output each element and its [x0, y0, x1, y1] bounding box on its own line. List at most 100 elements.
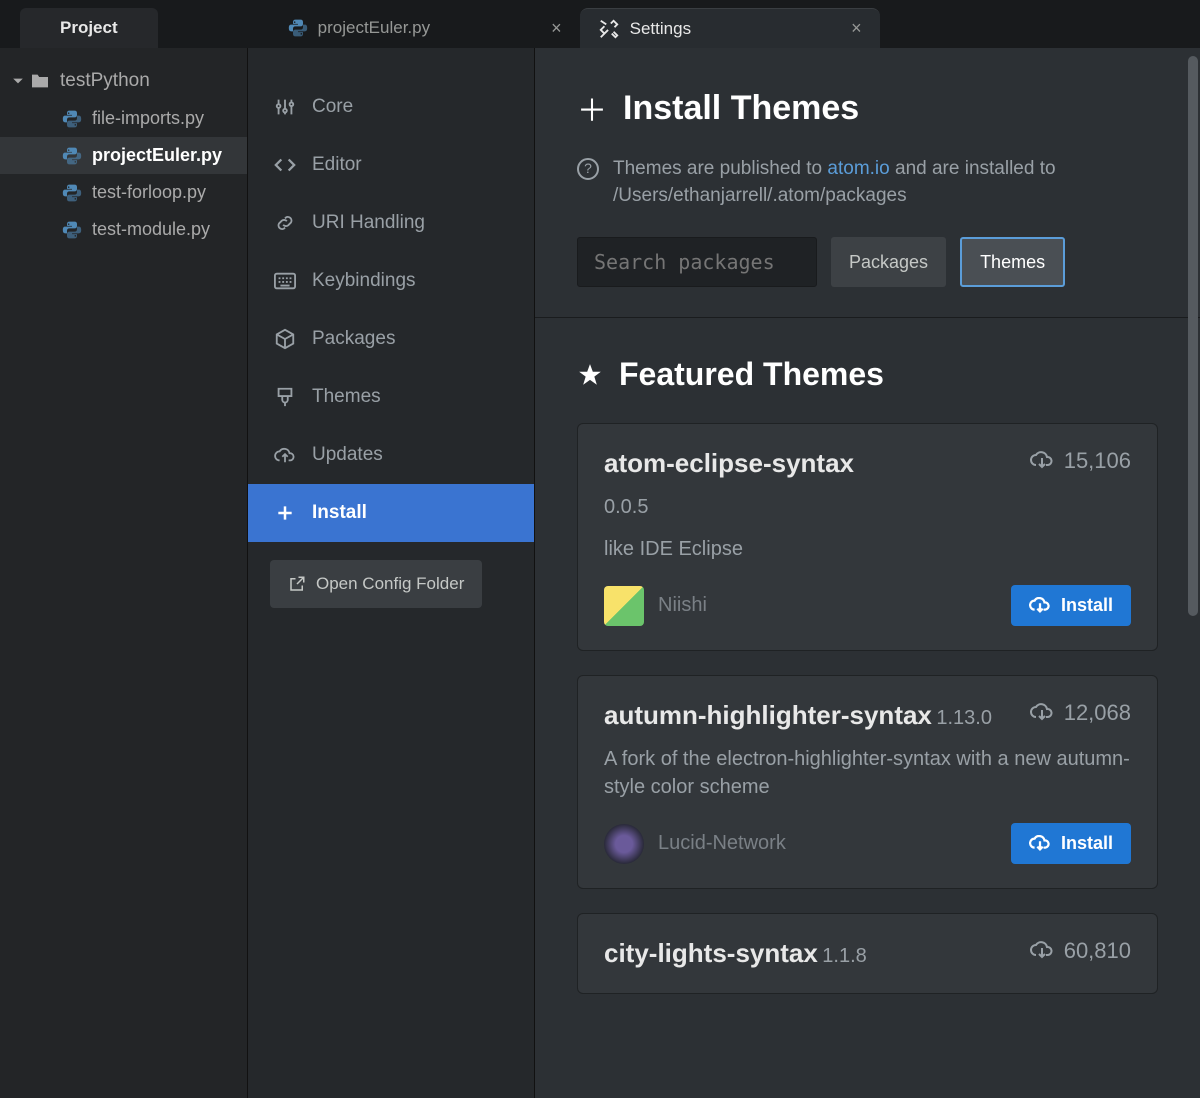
python-icon [62, 220, 82, 240]
settings-nav-item-themes[interactable]: Themes [248, 368, 534, 426]
install-button[interactable]: Install [1011, 823, 1131, 864]
python-icon [288, 18, 308, 38]
link-icon [272, 212, 298, 234]
search-input[interactable] [577, 237, 817, 287]
desc-prefix: Themes are published to [613, 158, 827, 179]
question-icon: ? [577, 158, 599, 180]
theme-downloads: 15,106 [1030, 448, 1131, 474]
package-icon [272, 328, 298, 350]
open-config-folder-button[interactable]: Open Config Folder [270, 560, 482, 608]
project-tree: testPython file-imports.py projectEuler.… [0, 48, 248, 1098]
python-icon [62, 146, 82, 166]
theme-name[interactable]: city-lights-syntax [604, 938, 818, 968]
chevron-down-icon [12, 75, 24, 87]
paint-icon [272, 386, 298, 408]
tab-bar: Project projectEuler.py × Settings × [0, 0, 1200, 48]
tools-icon [598, 18, 620, 40]
settings-nav-label: Editor [312, 154, 362, 176]
themes-toggle[interactable]: Themes [960, 237, 1065, 287]
tree-file-label: projectEuler.py [92, 145, 222, 166]
tree-file-item[interactable]: projectEuler.py [0, 137, 247, 174]
tree-file-label: test-module.py [92, 219, 210, 240]
settings-nav-item-install[interactable]: Install [248, 484, 534, 542]
tab-project[interactable]: Project [20, 8, 158, 48]
theme-card: atom-eclipse-syntax 15,106 0.0.5 like ID… [577, 423, 1158, 651]
download-cloud-icon [1029, 835, 1051, 853]
install-button[interactable]: Install [1011, 585, 1131, 626]
settings-nav-item-packages[interactable]: Packages [248, 310, 534, 368]
settings-nav-label: URI Handling [312, 212, 425, 234]
download-count: 60,810 [1064, 938, 1131, 964]
folder-icon [30, 73, 50, 89]
theme-version: 1.13.0 [936, 707, 992, 729]
download-cloud-icon [1030, 941, 1054, 961]
settings-nav-label: Core [312, 96, 353, 118]
python-icon [62, 109, 82, 129]
download-count: 15,106 [1064, 448, 1131, 474]
close-icon[interactable]: × [851, 18, 862, 39]
install-title-text: Install Themes [623, 89, 859, 128]
sliders-icon [272, 96, 298, 118]
tab-settings[interactable]: Settings × [580, 8, 880, 48]
tree-root-label: testPython [60, 70, 150, 92]
download-count: 12,068 [1064, 700, 1131, 726]
close-icon[interactable]: × [551, 18, 562, 39]
settings-nav-item-core[interactable]: Core [248, 78, 534, 136]
tree-file-item[interactable]: test-forloop.py [0, 174, 247, 211]
theme-card: autumn-highlighter-syntax 1.13.0 12,068 … [577, 675, 1158, 889]
install-title: ＋ Install Themes [577, 86, 1158, 130]
theme-version: 1.1.8 [822, 945, 866, 967]
download-cloud-icon [1030, 451, 1054, 471]
scrollbar-thumb[interactable] [1188, 56, 1198, 616]
featured-title-text: Featured Themes [619, 356, 884, 393]
install-btn-label: Install [1061, 833, 1113, 854]
python-icon [62, 183, 82, 203]
featured-title: Featured Themes [577, 356, 1158, 393]
theme-name[interactable]: autumn-highlighter-syntax [604, 700, 932, 730]
star-icon [577, 362, 603, 388]
theme-author[interactable]: Niishi [604, 586, 707, 626]
settings-nav-item-keybindings[interactable]: Keybindings [248, 252, 534, 310]
author-name: Niishi [658, 594, 707, 617]
plus-icon: ＋ [577, 86, 607, 130]
settings-nav: Core Editor URI Handling Keybindings Pac… [248, 48, 535, 1098]
theme-version: 0.0.5 [604, 493, 1131, 521]
keyboard-icon [272, 272, 298, 290]
theme-downloads: 60,810 [1030, 938, 1131, 964]
atom-io-link[interactable]: atom.io [827, 158, 889, 179]
tree-file-item[interactable]: file-imports.py [0, 100, 247, 137]
tab-project-label: Project [60, 18, 118, 38]
tab-settings-label: Settings [630, 19, 691, 39]
theme-card: city-lights-syntax 1.1.8 60,810 [577, 913, 1158, 994]
theme-description: like IDE Eclipse [604, 535, 1131, 563]
settings-nav-item-editor[interactable]: Editor [248, 136, 534, 194]
cloud-up-icon [272, 446, 298, 464]
tree-file-item[interactable]: test-module.py [0, 211, 247, 248]
settings-nav-item-uri-handling[interactable]: URI Handling [248, 194, 534, 252]
settings-nav-item-updates[interactable]: Updates [248, 426, 534, 484]
download-cloud-icon [1030, 703, 1054, 723]
settings-nav-label: Keybindings [312, 270, 416, 292]
tree-file-label: file-imports.py [92, 108, 204, 129]
code-icon [272, 154, 298, 176]
open-config-label: Open Config Folder [316, 574, 464, 594]
theme-author[interactable]: Lucid-Network [604, 824, 786, 864]
tab-file[interactable]: projectEuler.py × [270, 8, 580, 48]
avatar [604, 824, 644, 864]
theme-description: A fork of the electron-highlighter-synta… [604, 745, 1131, 801]
install-description: ? Themes are published to atom.io and ar… [577, 156, 1158, 209]
theme-downloads: 12,068 [1030, 700, 1131, 726]
theme-name[interactable]: atom-eclipse-syntax [604, 448, 854, 478]
plus-icon [272, 503, 298, 523]
avatar [604, 586, 644, 626]
external-link-icon [288, 575, 306, 593]
tree-root[interactable]: testPython [0, 62, 247, 100]
tab-file-label: projectEuler.py [318, 18, 430, 38]
packages-toggle[interactable]: Packages [831, 237, 946, 287]
author-name: Lucid-Network [658, 832, 786, 855]
tree-file-label: test-forloop.py [92, 182, 206, 203]
install-btn-label: Install [1061, 595, 1113, 616]
settings-nav-label: Themes [312, 386, 381, 408]
settings-nav-label: Install [312, 502, 367, 524]
settings-content: ＋ Install Themes ? Themes are published … [535, 48, 1200, 1098]
